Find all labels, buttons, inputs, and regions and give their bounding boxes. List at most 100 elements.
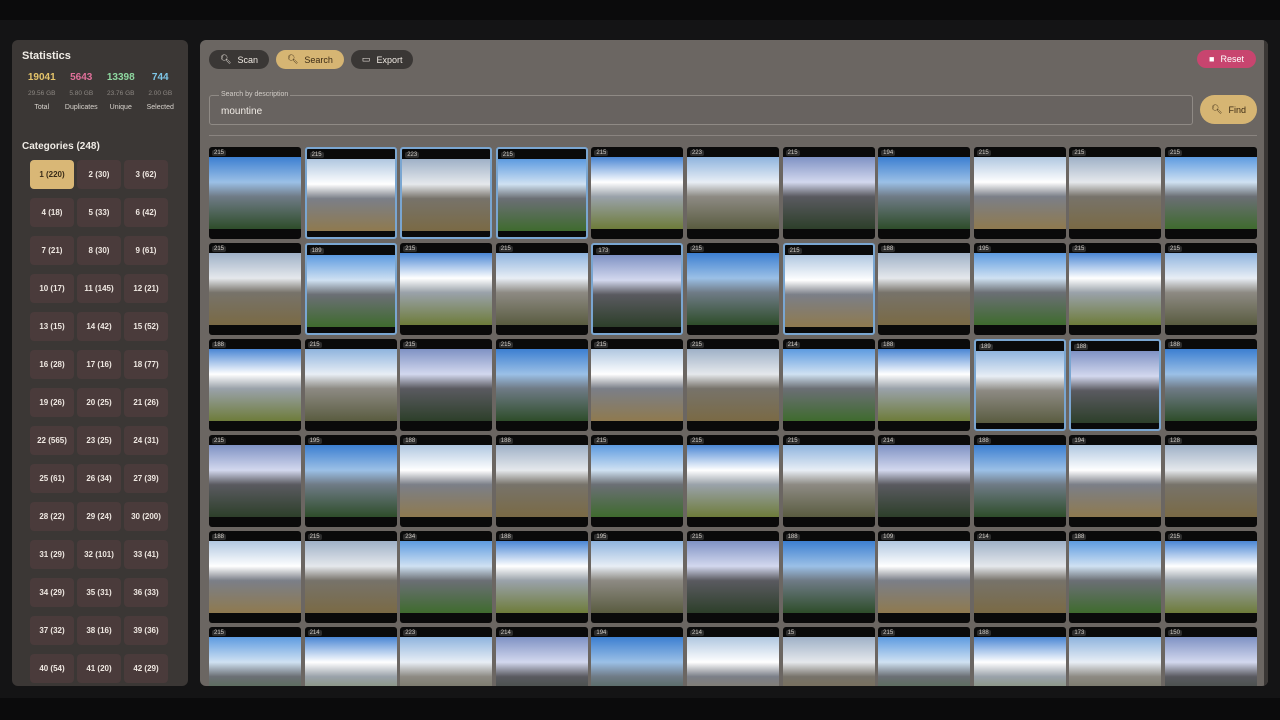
category-button[interactable]: 12 (21) xyxy=(124,274,168,303)
thumbnail-item[interactable]: 195 xyxy=(973,243,1066,335)
thumbnail-item[interactable]: 215 xyxy=(209,435,301,527)
category-button[interactable]: 2 (30) xyxy=(77,160,121,189)
thumbnail-item[interactable]: 215 xyxy=(1069,147,1162,239)
thumbnail-item[interactable]: 215 xyxy=(686,531,779,623)
thumbnail-item[interactable]: 214 xyxy=(304,627,397,686)
thumbnail-item[interactable]: 234 xyxy=(400,531,493,623)
category-button[interactable]: 23 (25) xyxy=(77,426,121,455)
thumbnail-item[interactable]: 215 xyxy=(973,147,1066,239)
category-button[interactable]: 41 (20) xyxy=(77,654,121,683)
thumbnail-item[interactable]: 215 xyxy=(782,147,875,239)
category-button[interactable]: 8 (30) xyxy=(77,236,121,265)
scan-button[interactable]: 🔍︎ Scan xyxy=(209,50,269,69)
thumbnail-item[interactable]: 173 xyxy=(591,243,684,335)
search-input[interactable]: Search by description mountine xyxy=(209,91,1193,125)
thumbnail-item[interactable]: 188 xyxy=(973,435,1066,527)
thumbnail-item[interactable]: 194 xyxy=(591,627,684,686)
category-button[interactable]: 7 (21) xyxy=(30,236,74,265)
thumbnail-item[interactable]: 189 xyxy=(973,339,1066,431)
thumbnail-item[interactable]: 214 xyxy=(495,627,588,686)
category-button[interactable]: 6 (42) xyxy=(124,198,168,227)
thumbnail-item[interactable]: 215 xyxy=(686,435,779,527)
category-button[interactable]: 40 (54) xyxy=(30,654,74,683)
category-button[interactable]: 16 (28) xyxy=(30,350,74,379)
thumbnail-item[interactable]: 188 xyxy=(782,531,875,623)
reset-button[interactable]: ■ Reset xyxy=(1197,50,1256,68)
category-button[interactable]: 13 (15) xyxy=(30,312,74,341)
thumbnail-item[interactable]: 215 xyxy=(400,339,493,431)
thumbnail-item[interactable]: 214 xyxy=(878,435,971,527)
thumbnail-item[interactable]: 223 xyxy=(686,147,779,239)
export-button[interactable]: ▭ Export xyxy=(350,50,414,69)
thumbnail-item[interactable]: 215 xyxy=(1164,243,1257,335)
thumbnail-item[interactable]: 215 xyxy=(495,147,588,239)
thumbnail-item[interactable]: 195 xyxy=(304,435,397,527)
thumbnail-item[interactable]: 188 xyxy=(878,339,971,431)
category-button[interactable]: 25 (61) xyxy=(30,464,74,493)
category-button[interactable]: 30 (200) xyxy=(124,502,168,531)
thumbnail-item[interactable]: 214 xyxy=(686,627,779,686)
category-button[interactable]: 10 (17) xyxy=(30,274,74,303)
category-button[interactable]: 32 (101) xyxy=(77,540,121,569)
category-button[interactable]: 37 (32) xyxy=(30,616,74,645)
category-button[interactable]: 26 (34) xyxy=(77,464,121,493)
category-button[interactable]: 35 (31) xyxy=(77,578,121,607)
thumbnail-item[interactable]: 128 xyxy=(1164,435,1257,527)
category-button[interactable]: 1 (220) xyxy=(30,160,74,189)
thumbnail-item[interactable]: 188 xyxy=(973,627,1066,686)
thumbnail-item[interactable]: 215 xyxy=(304,339,397,431)
category-button[interactable]: 42 (29) xyxy=(124,654,168,683)
category-button[interactable]: 3 (62) xyxy=(124,160,168,189)
thumbnail-item[interactable]: 215 xyxy=(591,147,684,239)
thumbnail-item[interactable]: 215 xyxy=(209,243,301,335)
thumbnail-item[interactable]: 194 xyxy=(878,147,971,239)
thumbnail-item[interactable]: 188 xyxy=(209,531,301,623)
category-button[interactable]: 28 (22) xyxy=(30,502,74,531)
search-button[interactable]: 🔍︎ Search xyxy=(275,50,344,69)
thumbnail-item[interactable]: 173 xyxy=(1069,627,1162,686)
category-button[interactable]: 29 (24) xyxy=(77,502,121,531)
category-button[interactable]: 34 (29) xyxy=(30,578,74,607)
category-button[interactable]: 39 (36) xyxy=(124,616,168,645)
category-button[interactable]: 11 (145) xyxy=(77,274,121,303)
category-button[interactable]: 31 (29) xyxy=(30,540,74,569)
thumbnail-item[interactable]: 15 xyxy=(782,627,875,686)
thumbnail-item[interactable]: 215 xyxy=(495,339,588,431)
category-button[interactable]: 4 (18) xyxy=(30,198,74,227)
thumbnail-item[interactable]: 188 xyxy=(1069,531,1162,623)
thumbnail-item[interactable]: 215 xyxy=(209,147,301,239)
thumbnail-item[interactable]: 215 xyxy=(400,243,493,335)
category-button[interactable]: 27 (39) xyxy=(124,464,168,493)
thumbnail-item[interactable]: 215 xyxy=(304,531,397,623)
thumbnail-item[interactable]: 195 xyxy=(591,531,684,623)
thumbnail-item[interactable]: 223 xyxy=(400,627,493,686)
category-button[interactable]: 22 (565) xyxy=(30,426,74,455)
category-button[interactable]: 14 (42) xyxy=(77,312,121,341)
category-button[interactable]: 38 (16) xyxy=(77,616,121,645)
thumbnail-item[interactable]: 215 xyxy=(1164,147,1257,239)
category-button[interactable]: 33 (41) xyxy=(124,540,168,569)
thumbnail-item[interactable]: 215 xyxy=(209,627,301,686)
thumbnail-item[interactable]: 215 xyxy=(686,339,779,431)
thumbnail-item[interactable]: 189 xyxy=(304,243,397,335)
category-button[interactable]: 24 (31) xyxy=(124,426,168,455)
thumbnail-item[interactable]: 223 xyxy=(400,147,493,239)
thumbnail-item[interactable]: 188 xyxy=(495,531,588,623)
thumbnail-item[interactable]: 215 xyxy=(304,147,397,239)
thumbnail-item[interactable]: 215 xyxy=(591,339,684,431)
category-button[interactable]: 36 (33) xyxy=(124,578,168,607)
thumbnail-item[interactable]: 215 xyxy=(782,243,875,335)
category-button[interactable]: 9 (61) xyxy=(124,236,168,265)
thumbnail-item[interactable]: 188 xyxy=(878,243,971,335)
thumbnail-item[interactable]: 188 xyxy=(1164,339,1257,431)
thumbnail-item[interactable]: 194 xyxy=(1069,435,1162,527)
thumbnail-item[interactable]: 188 xyxy=(209,339,301,431)
thumbnail-item[interactable]: 188 xyxy=(400,435,493,527)
category-button[interactable]: 21 (26) xyxy=(124,388,168,417)
thumbnail-item[interactable]: 150 xyxy=(1164,627,1257,686)
category-button[interactable]: 18 (77) xyxy=(124,350,168,379)
thumbnail-item[interactable]: 215 xyxy=(591,435,684,527)
category-button[interactable]: 19 (26) xyxy=(30,388,74,417)
category-button[interactable]: 15 (52) xyxy=(124,312,168,341)
scrollbar[interactable] xyxy=(1264,40,1268,686)
